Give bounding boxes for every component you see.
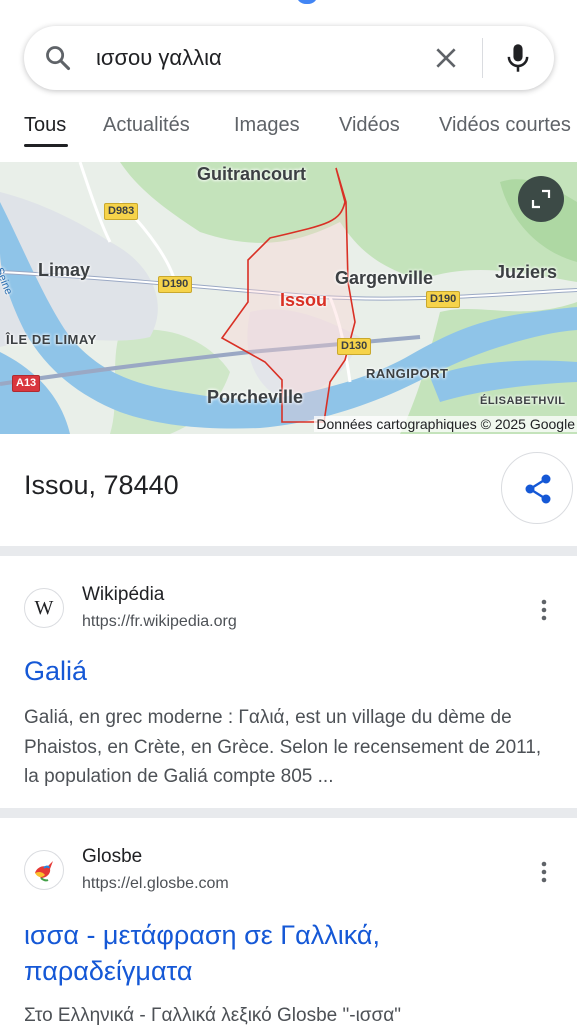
map-label-rangiport: RANGIPORT	[366, 366, 449, 381]
place-title: Issou, 78440	[24, 470, 179, 500]
road-badge-d983: D983	[104, 203, 139, 220]
expand-icon	[531, 189, 551, 209]
section-separator	[0, 808, 577, 818]
search-result: Glosbe https://el.glosbe.com ισσα - μετά…	[0, 818, 577, 1026]
map-label-elisabethville: ÉLISABETHVIL	[480, 395, 566, 407]
expand-map-button[interactable]	[518, 176, 564, 222]
map-label-gargenville: Gargenville	[335, 268, 434, 288]
tab-actualites[interactable]: Actualités	[103, 114, 190, 137]
result-snippet: Στο Ελληνικά - Γαλλικά λεξικό Glosbe "-ι…	[24, 1005, 401, 1026]
map-copyright: Données cartographiques © 2025 Google	[314, 416, 577, 432]
more-vert-icon[interactable]	[536, 598, 552, 622]
wikipedia-favicon: W	[24, 588, 64, 628]
result-site-name[interactable]: Wikipédia	[82, 584, 164, 606]
more-vert-icon[interactable]	[536, 860, 552, 884]
result-site-name[interactable]: Glosbe	[82, 846, 142, 868]
close-icon[interactable]	[433, 45, 459, 71]
result-title-link[interactable]: Galiá	[24, 653, 554, 689]
tab-tous[interactable]: Tous	[24, 114, 66, 137]
share-button[interactable]	[501, 452, 573, 524]
result-snippet: Galiá, en grec moderne : Γαλιά, est un v…	[24, 707, 542, 787]
hummingbird-icon	[35, 861, 53, 882]
map[interactable]: Guitrancourt Limay Seine ÎLE DE LIMAY Is…	[0, 162, 577, 434]
glosbe-favicon	[24, 850, 64, 890]
search-bar[interactable]: ισσου γαλλια	[24, 26, 554, 90]
result-title-link[interactable]: ισσα - μετάφραση σε Γαλλικά, παραδείγματ…	[24, 917, 554, 989]
map-label-juziers: Juziers	[495, 262, 558, 282]
search-input[interactable]: ισσου γαλλια	[96, 44, 222, 72]
result-url[interactable]: https://fr.wikipedia.org	[82, 613, 237, 631]
tab-videos[interactable]: Vidéos	[339, 114, 400, 137]
search-result: W Wikipédia https://fr.wikipedia.org Gal…	[0, 556, 577, 806]
google-logo-fragment	[296, 0, 318, 4]
map-label-issou: Issou	[280, 290, 328, 310]
road-badge-a13: A13	[12, 375, 41, 392]
top-strip	[0, 0, 577, 22]
map-label-ile-de-limay: ÎLE DE LIMAY	[6, 332, 97, 347]
search-divider	[482, 38, 483, 78]
active-tab-indicator	[24, 144, 68, 147]
search-tabs: Tous Actualités Images Vidéos Vidéos cou…	[0, 104, 577, 148]
map-label-guitrancourt: Guitrancourt	[197, 164, 307, 184]
tab-videos-courtes[interactable]: Vidéos courtes	[439, 114, 571, 137]
search-icon[interactable]	[44, 44, 72, 72]
section-separator	[0, 546, 577, 556]
wikipedia-icon: W	[34, 596, 54, 619]
result-url[interactable]: https://el.glosbe.com	[82, 875, 229, 893]
map-label-limay: Limay	[38, 260, 91, 280]
microphone-icon[interactable]	[504, 42, 532, 74]
share-icon	[525, 474, 551, 504]
tab-images[interactable]: Images	[234, 114, 300, 137]
road-badge-d130: D130	[337, 338, 372, 355]
road-badge-d190-right: D190	[426, 291, 461, 308]
road-badge-d190-left: D190	[158, 276, 193, 293]
map-label-porcheville: Porcheville	[207, 387, 304, 407]
